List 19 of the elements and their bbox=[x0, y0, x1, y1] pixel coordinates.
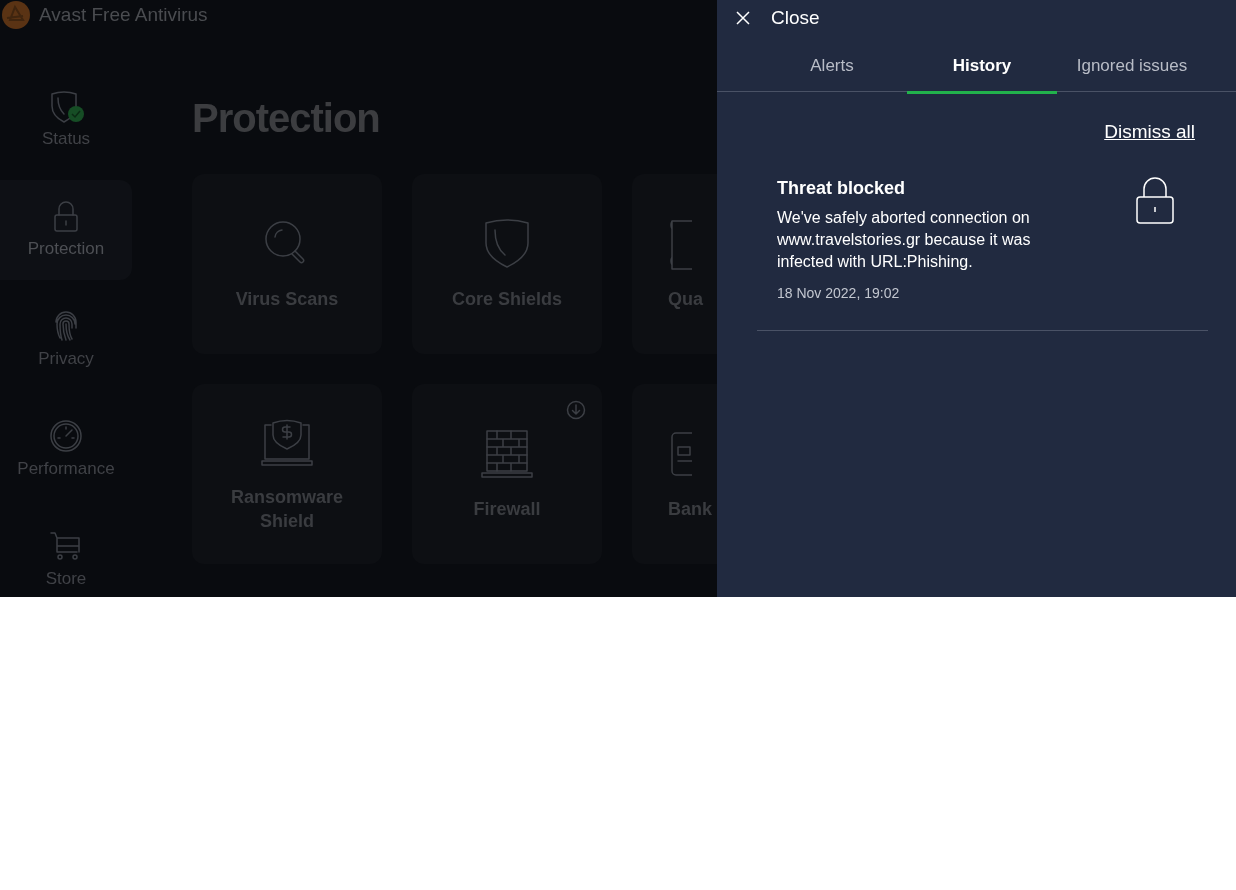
tab[interactable]: Ignored issues bbox=[1057, 36, 1207, 94]
notification-message: We've safely aborted connection on www.travelstories.gr because it was infected with URL:Phishing. bbox=[777, 207, 1032, 272]
logo-icon bbox=[1, 0, 31, 30]
lock-icon bbox=[1136, 176, 1174, 225]
sidebar-item[interactable]: Protection bbox=[0, 180, 132, 280]
close-icon bbox=[736, 11, 750, 25]
tab[interactable]: Alerts bbox=[757, 36, 907, 94]
sidebar-item[interactable]: Status bbox=[0, 70, 132, 170]
tab[interactable]: History bbox=[907, 36, 1057, 94]
notification-title: Threat blocked bbox=[777, 176, 907, 199]
app-title: Avast Free Antivirus bbox=[39, 2, 208, 27]
sidebar-item[interactable]: Privacy bbox=[0, 290, 132, 390]
notification-time: 18 Nov 2022, 19:02 bbox=[777, 283, 901, 303]
dismiss-all-link[interactable]: Dismiss all bbox=[1104, 118, 1195, 147]
sidebar-item[interactable]: Store bbox=[0, 510, 132, 597]
gauge-icon bbox=[48, 418, 84, 455]
close-button[interactable]: Close bbox=[717, 0, 820, 36]
download-icon bbox=[566, 400, 586, 420]
sidebar-item[interactable]: Performance bbox=[0, 400, 132, 500]
